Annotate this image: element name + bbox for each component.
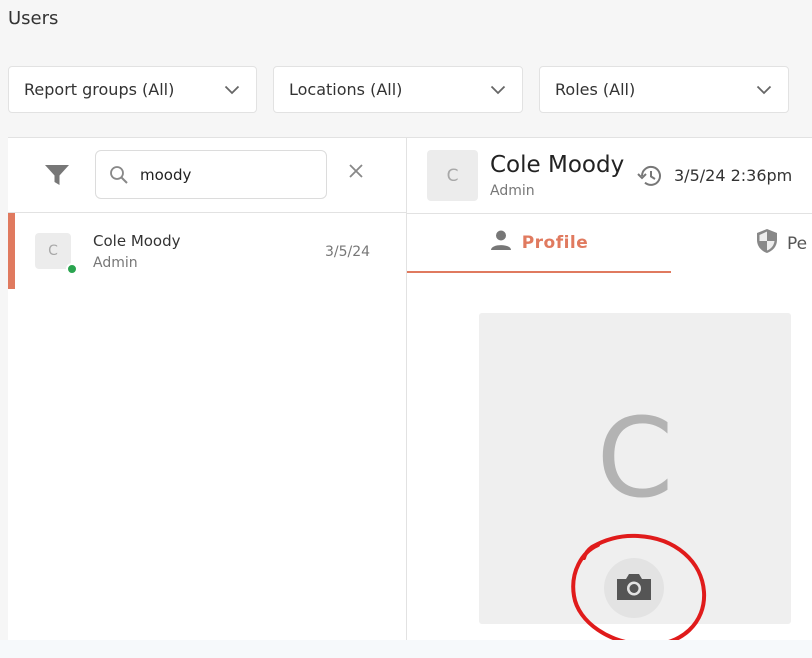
chevron-down-icon [490,85,506,95]
shield-icon [755,228,779,259]
user-name-heading: Cole Moody [490,152,625,178]
report-groups-label: Report groups (All) [24,80,175,99]
detail-header: C Cole Moody Admin 3/5/24 2:36pm [407,138,812,214]
user-role-label: Admin [490,183,535,199]
tab-profile-label: Profile [521,232,589,253]
page-title: Users [8,8,59,29]
list-item-role: Admin [93,255,138,271]
tab-permissions[interactable]: Pe [755,214,812,273]
list-item[interactable]: C Cole Moody Admin 3/5/24 [8,213,406,289]
filter-funnel-icon[interactable] [44,163,70,191]
detail-tabs: Profile Pe [407,214,812,274]
locations-select[interactable]: Locations (All) [273,66,523,113]
avatar: C [35,233,71,269]
locations-label: Locations (All) [289,80,403,99]
user-list-panel: C Cole Moody Admin 3/5/24 [8,137,407,658]
list-item-date: 3/5/24 [325,244,371,260]
chevron-down-icon [756,85,772,95]
tab-profile[interactable]: Profile [407,214,671,273]
search-input[interactable] [140,163,310,187]
selection-indicator [8,213,15,289]
avatar: C [427,150,478,201]
search-field[interactable] [95,150,327,199]
clear-search-icon[interactable] [348,163,364,183]
person-icon [490,229,512,256]
search-icon [109,165,129,189]
last-seen-timestamp: 3/5/24 2:36pm [674,166,793,185]
list-item-name: Cole Moody [93,232,181,250]
chevron-down-icon [224,85,240,95]
red-circle-annotation [571,533,707,648]
list-toolbar [8,138,406,213]
roles-select[interactable]: Roles (All) [539,66,789,113]
report-groups-select[interactable]: Report groups (All) [8,66,257,113]
tab-permissions-label: Pe [787,233,808,254]
history-icon [637,163,665,193]
roles-label: Roles (All) [555,80,636,99]
bottom-strip [0,640,812,658]
photo-initial: C [596,394,674,522]
online-status-dot [66,263,78,275]
